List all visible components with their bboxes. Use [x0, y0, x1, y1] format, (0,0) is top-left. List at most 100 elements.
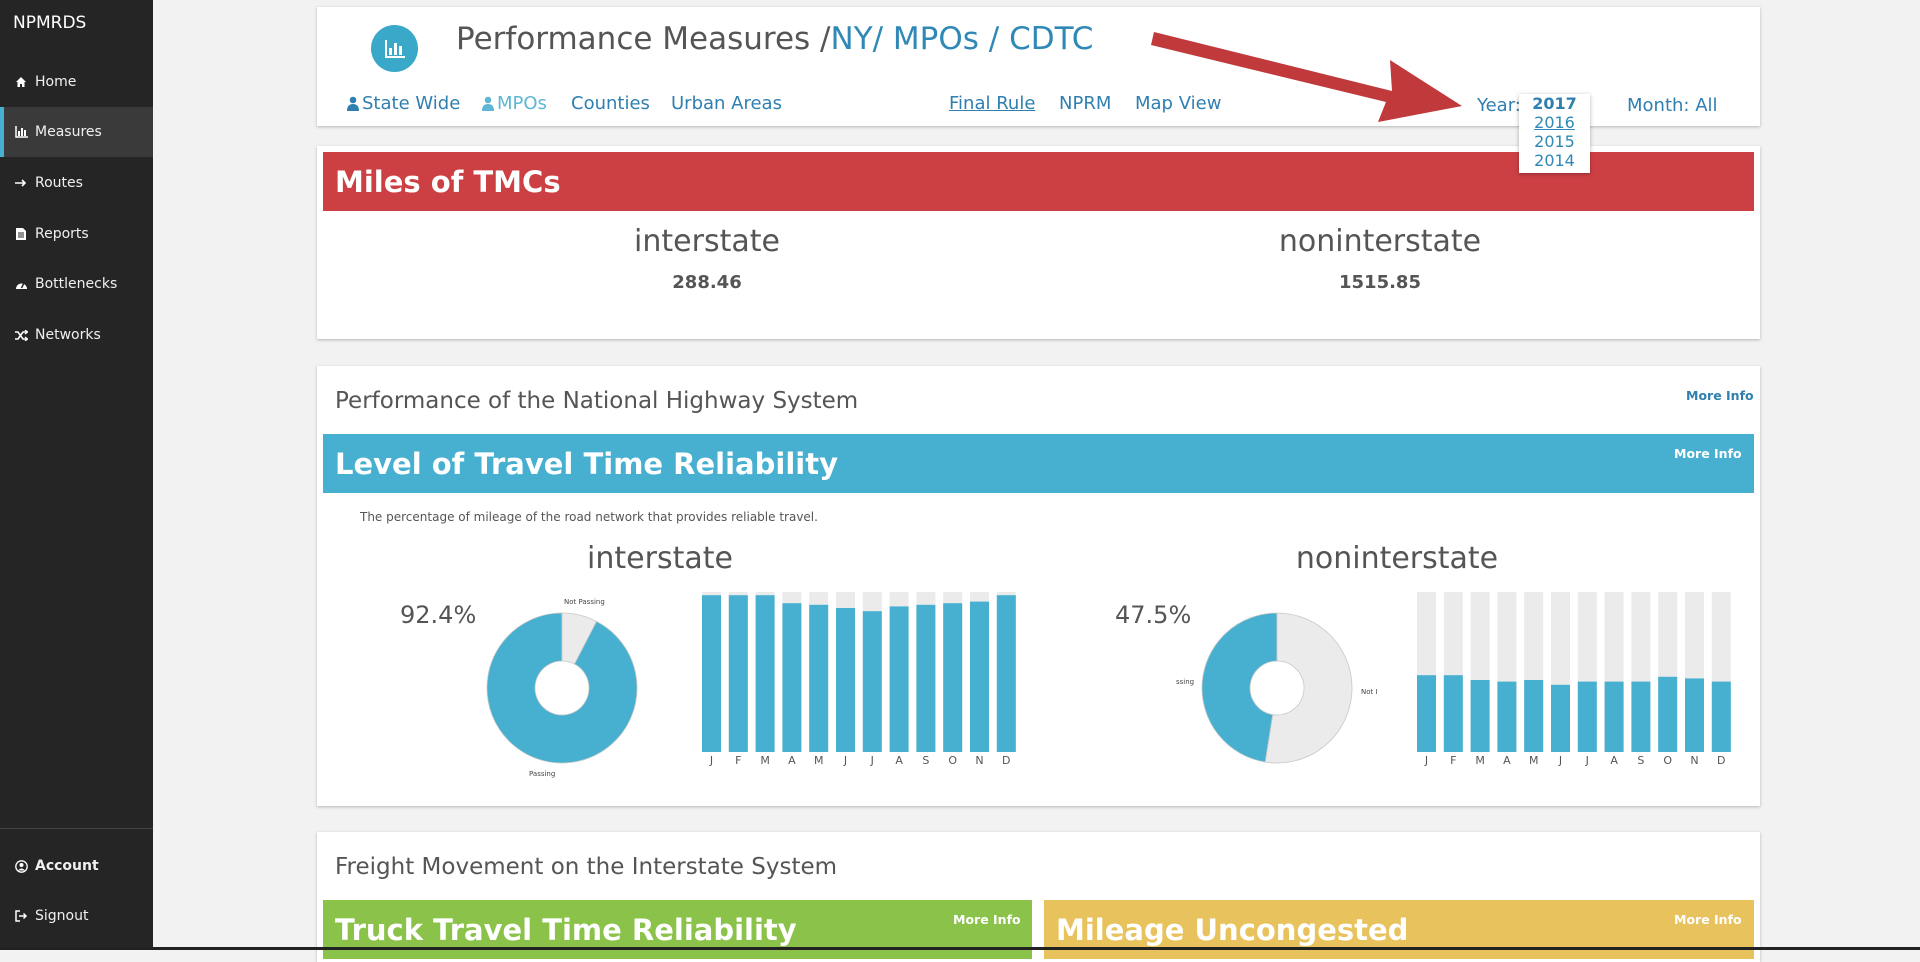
arrow-right-icon [14, 176, 28, 190]
miles-interstate-label: interstate [567, 224, 847, 259]
sidebar-item-reports[interactable]: Reports [0, 209, 153, 259]
year-label[interactable]: Year: [1477, 95, 1521, 116]
miles-card: Miles of TMCs interstate 288.46 noninter… [317, 146, 1760, 339]
mileage-more-info-link[interactable]: More Info [1674, 912, 1742, 927]
bar-month-2 [756, 595, 775, 752]
pie-slice-passing [1202, 613, 1277, 762]
bar-tick-label: M [1475, 754, 1485, 767]
bar-month-3 [1497, 682, 1516, 752]
bar-month-5 [1551, 685, 1570, 752]
nhs-more-info-link[interactable]: More Info [1686, 388, 1754, 403]
month-selector[interactable]: Month: All [1627, 95, 1718, 116]
miles-noninterstate-label: noninterstate [1230, 224, 1530, 259]
bar-tick-label: O [1663, 754, 1672, 767]
user-circle-icon [14, 859, 28, 873]
year-option-2017[interactable]: 2017 [1519, 94, 1590, 113]
noninterstate-pie-passing-label: ssing [1176, 678, 1194, 686]
counties-link[interactable]: Counties [571, 93, 650, 114]
bar-tick-label: N [1690, 754, 1698, 767]
bar-chart-icon [14, 125, 28, 139]
bar-tick-label: J [1558, 754, 1562, 767]
annotation-arrow [1150, 20, 1470, 130]
truck-more-info-link[interactable]: More Info [953, 912, 1021, 927]
bar-month-4 [809, 605, 828, 752]
bar-month-1 [729, 595, 748, 752]
sidebar-item-label: Account [35, 858, 99, 874]
bar-tick-label: N [975, 754, 983, 767]
mpos-link[interactable]: MPOs [482, 93, 547, 114]
noninterstate-monthly-bar-chart: JFMAMJJASOND [1415, 590, 1745, 768]
bar-tick-label: D [1717, 754, 1725, 767]
bar-tick-label: M [760, 754, 770, 767]
freight-card: Freight Movement on the Interstate Syste… [317, 832, 1760, 962]
page-title-prefix: Performance Measures / [456, 21, 831, 57]
sidebar-item-label: Measures [35, 124, 102, 140]
interstate-donut-chart [485, 611, 639, 765]
lottr-header: Level of Travel Time Reliability [323, 434, 1754, 493]
bar-tick-label: A [1610, 754, 1618, 767]
bar-tick-label: M [814, 754, 824, 767]
document-icon [14, 227, 28, 241]
bar-month-0 [702, 595, 721, 752]
miles-noninterstate-value: 1515.85 [1230, 272, 1530, 293]
truck-reliability-header: Truck Travel Time Reliability [323, 900, 1032, 959]
interstate-pie-passing-label: Passing [529, 770, 555, 778]
lottr-noninterstate-label: noninterstate [1277, 541, 1517, 576]
sidebar-item-account[interactable]: Account [0, 841, 153, 891]
breadcrumb[interactable]: NY/ MPOs / CDTC [831, 21, 1094, 57]
noninterstate-donut-chart [1200, 611, 1354, 765]
freight-section-title: Freight Movement on the Interstate Syste… [335, 854, 837, 880]
bar-tick-label: F [1450, 754, 1456, 767]
mpos-label: MPOs [497, 93, 547, 114]
nhs-card: Performance of the National Highway Syst… [317, 366, 1760, 806]
bar-month-3 [782, 603, 801, 752]
sidebar-divider [0, 828, 153, 829]
nprm-link[interactable]: NPRM [1059, 93, 1111, 114]
sidebar-item-label: Routes [35, 175, 83, 191]
nhs-section-title: Performance of the National Highway Syst… [335, 388, 858, 414]
home-icon [14, 75, 28, 89]
bar-month-9 [943, 603, 962, 752]
bar-tick-label: A [895, 754, 903, 767]
sidebar-item-home[interactable]: Home [0, 57, 153, 107]
lottr-interstate-percent: 92.4% [400, 601, 476, 629]
bar-month-9 [1658, 677, 1677, 752]
urban-areas-link[interactable]: Urban Areas [671, 93, 782, 114]
noninterstate-pie-not-passing-label: Not I [1361, 688, 1378, 696]
lottr-interstate-label: interstate [580, 541, 740, 576]
sidebar-item-label: Home [35, 74, 76, 90]
sidebar-item-bottlenecks[interactable]: Bottlenecks [0, 259, 153, 309]
year-option-2015[interactable]: 2015 [1519, 132, 1590, 151]
sidebar-item-signout[interactable]: Signout [0, 891, 153, 941]
bar-tick-label: S [922, 754, 929, 767]
bar-month-6 [1578, 682, 1597, 752]
brand-title[interactable]: NPMRDS [13, 13, 86, 33]
state-wide-link[interactable]: State Wide [347, 93, 460, 114]
bar-chart-logo-icon [371, 25, 418, 72]
year-option-2016[interactable]: 2016 [1519, 113, 1590, 132]
lottr-noninterstate-percent: 47.5% [1115, 601, 1191, 629]
sidebar-item-label: Networks [35, 327, 101, 343]
sidebar-item-networks[interactable]: Networks [0, 310, 153, 360]
year-option-2014[interactable]: 2014 [1519, 151, 1590, 170]
bar-tick-label: J [1585, 754, 1589, 767]
sidebar-item-routes[interactable]: Routes [0, 158, 153, 208]
year-dropdown[interactable]: 2017 2016 2015 2014 [1519, 94, 1590, 173]
bar-month-8 [916, 605, 935, 752]
mileage-uncongested-header: Mileage Uncongested [1044, 900, 1754, 959]
sidebar-item-label: Reports [35, 226, 89, 242]
bar-month-2 [1471, 680, 1490, 752]
sign-out-icon [14, 909, 28, 923]
final-rule-link[interactable]: Final Rule [949, 93, 1035, 114]
bar-month-8 [1631, 682, 1650, 752]
user-icon [347, 96, 359, 111]
bar-tick-label: J [870, 754, 874, 767]
lottr-description: The percentage of mileage of the road ne… [360, 510, 818, 524]
lottr-more-info-link[interactable]: More Info [1674, 446, 1742, 461]
dashboard-icon [14, 277, 28, 291]
bar-tick-label: J [709, 754, 713, 767]
shuffle-icon [14, 328, 28, 342]
sidebar-item-measures[interactable]: Measures [0, 107, 153, 157]
interstate-monthly-bar-chart: JFMAMJJASOND [700, 590, 1030, 768]
state-wide-label: State Wide [362, 93, 460, 114]
